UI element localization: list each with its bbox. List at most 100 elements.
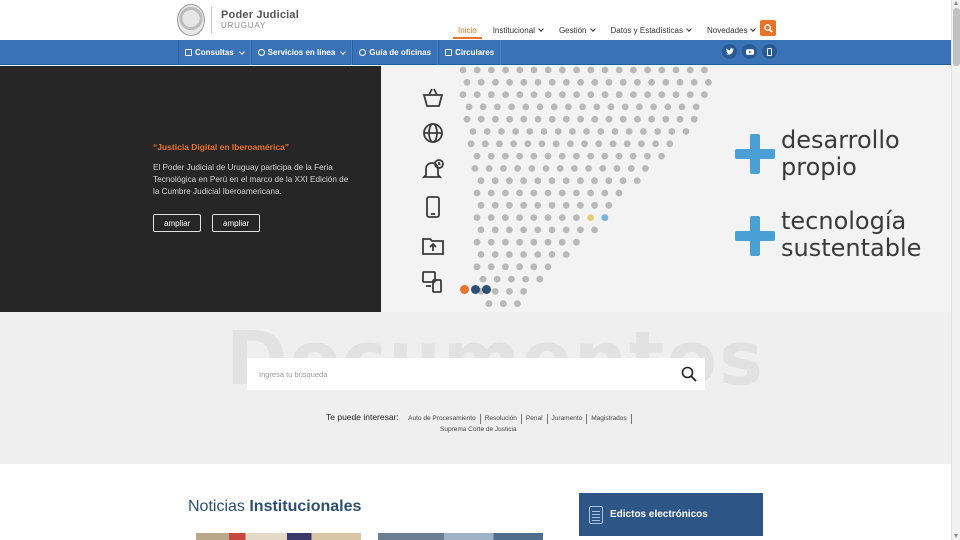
nav-item-institucional[interactable]: Institucional [485,20,551,40]
map-dot [516,189,523,197]
map-dot [542,165,550,172]
suggested-tag[interactable]: Auto de Procesamiento [404,414,481,424]
map-dot [508,275,515,283]
hero-ampliar-button[interactable]: ampliar [153,214,202,232]
suggested-tag[interactable]: Magistrados [587,414,632,424]
mobile-icon[interactable] [762,44,777,59]
tablet-icon [426,196,440,218]
logo-title[interactable]: Poder Judicial [221,9,299,21]
map-dot [648,78,655,86]
map-dot [498,128,505,135]
scrollbar-thumb[interactable] [953,8,960,66]
map-dot [469,128,477,135]
nav-item-datos-estadisticas[interactable]: Datos y Estadísticas [603,20,699,40]
scroll-down-arrow-icon[interactable] [954,534,958,538]
twitter-icon[interactable] [722,44,737,59]
map-dot [520,226,527,234]
map-dot [558,238,566,246]
map-dot [662,78,670,86]
subnav-item-servicios[interactable]: Servicios en línea [250,40,353,65]
suggested-tag[interactable]: Resolución [481,414,522,424]
header-search-button[interactable] [760,20,776,36]
documents-search-input[interactable] [247,358,667,390]
map-dot [522,103,530,111]
carousel-dot[interactable] [482,285,491,294]
map-dot [544,91,552,98]
map-dot [477,78,485,86]
hero-title[interactable]: “Justicia Digital en Iberoamérica” [153,142,289,152]
suggested-tag[interactable]: Penal [522,414,548,424]
carousel-indicators [460,285,491,294]
map-dot [508,103,515,111]
nav-label: Gestión [558,26,587,35]
map-dot [487,238,495,246]
subnav-label: Circulares [455,48,495,57]
map-dot [676,115,684,123]
suggested-tag[interactable]: Suprema Corte de Justicia [440,426,517,433]
map-dot [636,103,643,111]
slide-headline-2: tecnología sustentable [781,208,921,262]
map-dot [554,128,562,135]
nav-item-gestion[interactable]: Gestión [551,20,603,40]
map-dot [516,214,523,222]
map-dot [556,165,564,172]
logo-seal-icon[interactable] [177,4,205,36]
globe-icon [423,123,443,143]
map-dot [496,140,503,148]
map-dot [611,128,619,135]
map-dot [499,300,507,308]
map-dot [483,128,491,135]
map-dot [459,91,467,98]
youtube-icon[interactable] [742,44,757,59]
map-dot [534,78,542,86]
map-dot [528,165,536,172]
subnav-item-guia-oficinas[interactable]: Guía de oficinas [352,40,439,65]
search-icon[interactable] [681,366,697,382]
page-scrollbar[interactable] [951,0,960,540]
map-dot [601,214,609,222]
main-nav: Inicio Institucional Gestión Datos y Est… [450,20,763,40]
scroll-up-arrow-icon[interactable] [954,1,958,5]
edictos-electronicos-button[interactable]: Edictos electrónicos [579,493,763,536]
news-thumbnail[interactable] [378,533,543,540]
map-dot [562,201,570,209]
hero-slide-image[interactable]: desarrollo propio tecnología sustentable [381,66,951,312]
subnav-item-consultas[interactable]: Consultas [178,40,251,65]
map-dot [491,177,499,185]
map-dot [644,152,651,160]
map-dot [571,165,578,172]
news-thumbnail[interactable] [196,533,361,540]
map-dot [467,140,475,148]
suggested-tag[interactable]: Juramento [548,414,588,424]
map-dot [565,103,572,111]
map-dot [514,165,521,172]
map-dot [487,152,495,160]
map-dot [599,165,607,172]
map-dot [502,263,509,271]
map-dot [473,238,481,246]
map-dot [506,177,513,185]
carousel-dot[interactable] [460,285,469,294]
map-dot [544,263,552,271]
documents-section: Documentos Te puede interesar: Auto de P… [0,312,951,464]
hero-description: El Poder Judicial de Uruguay participa d… [153,163,349,196]
nav-item-inicio[interactable]: Inicio [450,20,485,40]
chevron-down-icon [750,26,757,32]
nav-item-novedades[interactable]: Novedades [699,20,763,40]
map-dot [573,66,580,74]
map-dot [623,140,631,148]
map-dot [601,91,609,98]
map-dot [530,91,538,98]
map-dot [491,288,499,295]
map-dot [473,66,481,74]
map-dot [494,103,501,111]
carousel-dot[interactable] [471,285,480,294]
map-dot [662,115,670,123]
map-dot [502,152,509,160]
subnav-item-circulares[interactable]: Circulares [438,40,502,65]
map-dot [485,300,493,308]
hero-ampliar-button-secondary[interactable]: ampliar [212,214,261,232]
map-dot [487,214,495,222]
nav-label: Datos y Estadísticas [610,26,683,35]
map-dot [516,91,524,98]
